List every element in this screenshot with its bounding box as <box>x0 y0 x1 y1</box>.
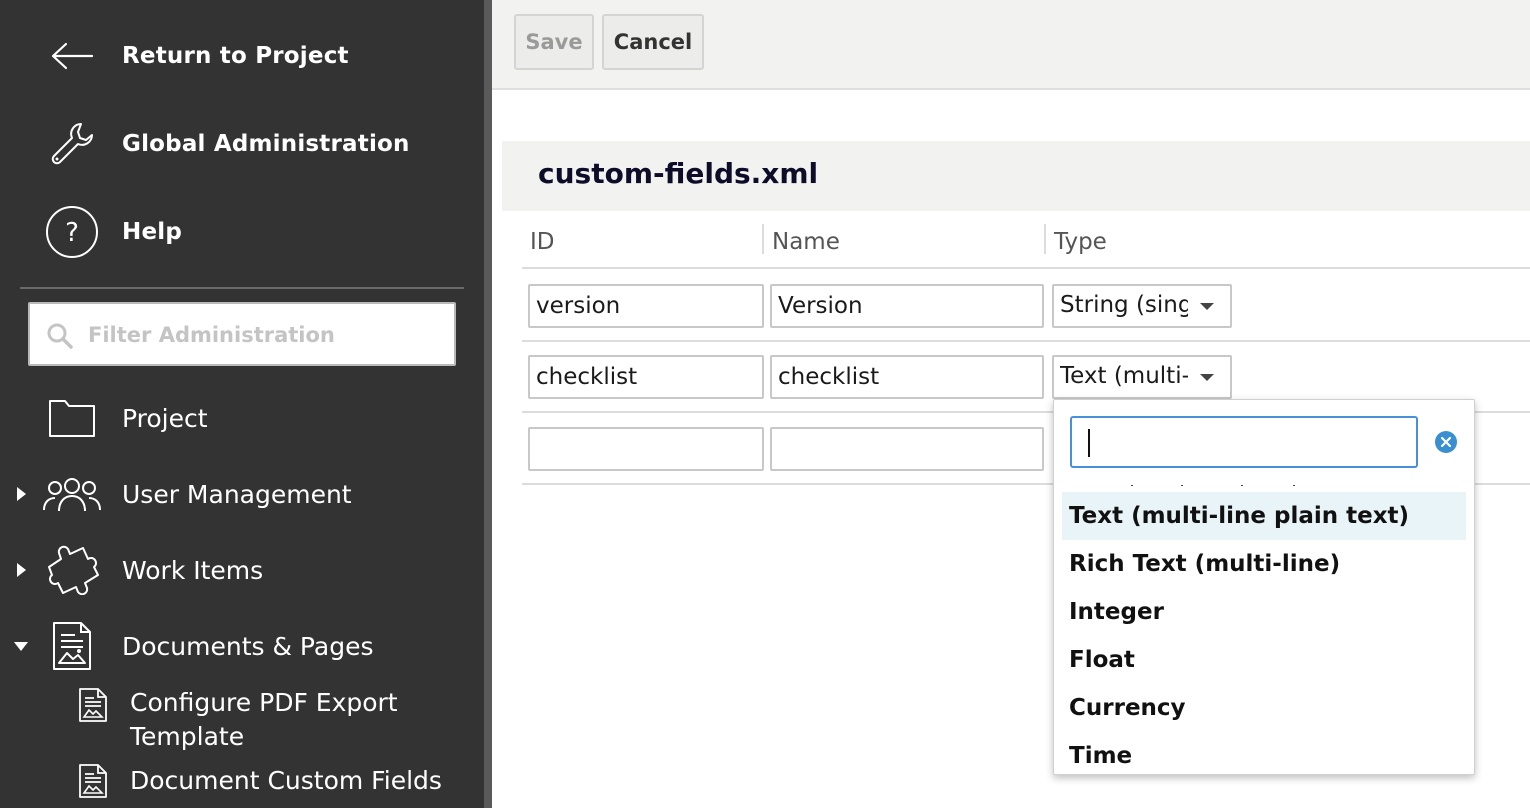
sidebar-subitem-document-custom-fields[interactable]: Document Custom Fields <box>0 762 484 802</box>
dropdown-option[interactable]: Integer <box>1062 588 1466 636</box>
sidebar-subitem-label: Document Custom Fields <box>130 766 442 795</box>
return-to-project-label: Return to Project <box>122 43 349 69</box>
row-name-input[interactable] <box>770 284 1044 328</box>
admin-sidebar: Return to Project Global Administration … <box>0 0 484 808</box>
sidebar-resize-handle[interactable] <box>484 0 492 808</box>
row-divider <box>522 340 1530 342</box>
column-divider <box>1044 224 1046 254</box>
document-icon <box>78 688 110 724</box>
help-label: Help <box>122 219 182 245</box>
filter-administration-box <box>28 302 456 366</box>
sidebar-item-user-management[interactable]: User Management <box>0 466 484 522</box>
dropdown-option[interactable]: Text (multi-line plain text) <box>1062 492 1466 540</box>
header-divider <box>522 267 1530 269</box>
file-title: custom-fields.xml <box>538 157 819 190</box>
row-name-input[interactable] <box>770 427 1044 471</box>
column-divider <box>762 224 764 254</box>
wrench-icon <box>40 114 104 174</box>
row-type-select[interactable]: Text (multi-line plain text) <box>1052 355 1232 399</box>
column-header-type: Type <box>1054 229 1107 255</box>
clear-icon[interactable] <box>1434 430 1458 454</box>
sidebar-item-label: Work Items <box>122 555 264 585</box>
dropdown-option[interactable]: Time <box>1062 732 1466 774</box>
caret-right-icon[interactable] <box>12 485 30 503</box>
editor-toolbar: Save Cancel <box>492 0 1530 90</box>
sidebar-item-documents-pages[interactable]: Documents & Pages <box>0 618 484 674</box>
dropdown-search-box <box>1070 416 1418 468</box>
row-type-value: String (single-line) <box>1060 292 1188 318</box>
sidebar-item-project[interactable]: Project <box>0 390 484 446</box>
users-icon <box>40 466 104 522</box>
folder-icon <box>40 390 104 446</box>
type-dropdown: Text (multi-line plain text) Rich Text (… <box>1053 399 1475 775</box>
text-cursor <box>1088 429 1090 457</box>
arrow-left-icon <box>40 26 104 86</box>
filter-administration-input[interactable] <box>88 316 448 354</box>
scrolled-option-remnant <box>1124 478 1304 486</box>
cancel-button[interactable]: Cancel <box>602 14 704 70</box>
save-button[interactable]: Save <box>514 14 594 70</box>
global-administration-label: Global Administration <box>122 131 410 157</box>
document-icon <box>40 618 104 674</box>
search-icon <box>46 322 74 350</box>
caret-right-icon[interactable] <box>12 561 30 579</box>
sidebar-divider <box>20 287 464 289</box>
sidebar-item-label: User Management <box>122 479 352 509</box>
row-id-input[interactable] <box>528 355 764 399</box>
return-to-project-link[interactable]: Return to Project <box>0 26 484 86</box>
column-header-id: ID <box>530 229 555 255</box>
help-circle-icon: ? <box>40 202 104 262</box>
row-id-input[interactable] <box>528 427 764 471</box>
chevron-down-icon <box>1200 374 1214 381</box>
chevron-down-icon <box>1200 303 1214 310</box>
row-type-value: Text (multi-line plain text) <box>1060 363 1188 389</box>
file-header: custom-fields.xml <box>502 141 1530 211</box>
dropdown-option[interactable]: Currency <box>1062 684 1466 732</box>
row-type-select[interactable]: String (single-line) <box>1052 284 1232 328</box>
dropdown-search-input[interactable] <box>1082 424 1408 460</box>
global-administration-link[interactable]: Global Administration <box>0 114 484 174</box>
puzzle-icon <box>40 542 104 598</box>
dropdown-option[interactable]: Rich Text (multi-line) <box>1062 540 1466 588</box>
svg-text:?: ? <box>65 218 79 248</box>
sidebar-subitem-label: Configure PDF Export Template <box>130 688 398 751</box>
row-name-input[interactable] <box>770 355 1044 399</box>
sidebar-item-work-items[interactable]: Work Items <box>0 542 484 598</box>
row-id-input[interactable] <box>528 284 764 328</box>
sidebar-item-label: Documents & Pages <box>122 631 374 661</box>
dropdown-options-list: Text (multi-line plain text) Rich Text (… <box>1062 492 1466 774</box>
sidebar-subitem-configure-pdf-export[interactable]: Configure PDF Export Template <box>0 686 484 756</box>
document-icon <box>78 764 110 800</box>
help-link[interactable]: ? Help <box>0 202 484 262</box>
caret-down-icon[interactable] <box>12 637 30 655</box>
sidebar-item-label: Project <box>122 403 208 433</box>
dropdown-option[interactable]: Float <box>1062 636 1466 684</box>
column-header-name: Name <box>772 229 840 255</box>
